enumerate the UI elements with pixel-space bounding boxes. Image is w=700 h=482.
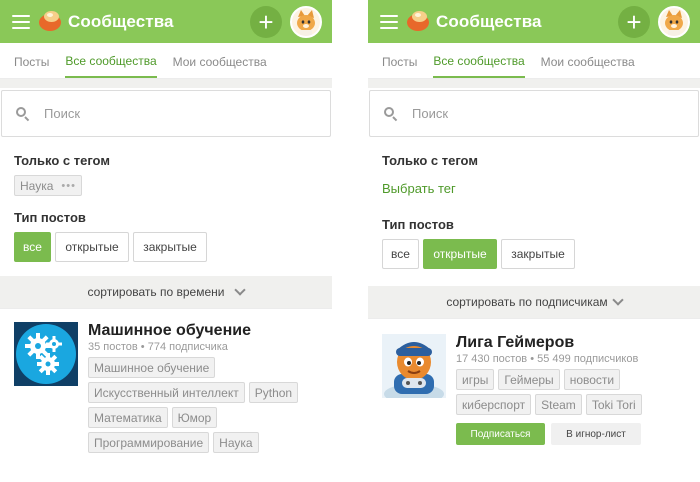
search-placeholder: Поиск: [412, 106, 449, 121]
post-type-label: Тип постов: [382, 217, 454, 232]
tab-my-communities[interactable]: Мои сообщества: [173, 43, 267, 78]
app-title: Сообщества: [68, 11, 174, 31]
tab-posts[interactable]: Посты: [14, 43, 49, 78]
search-icon: [384, 106, 398, 121]
tab-posts[interactable]: Посты: [382, 43, 417, 78]
community-tag[interactable]: киберспорт: [456, 394, 532, 415]
spacer: [0, 308, 332, 320]
hamburger-icon[interactable]: [12, 14, 30, 29]
community-tag[interactable]: Наука: [213, 432, 259, 453]
bun-logo-icon: [38, 10, 62, 34]
screen-left: Сообщества + Посты Все сообщества Мои со…: [0, 0, 332, 482]
selected-tag-chip[interactable]: Наука •••: [14, 175, 82, 196]
tabs: Посты Все сообщества Мои сообщества: [0, 43, 332, 79]
community-card[interactable]: Лига Геймеров 17 430 постов • 55 499 под…: [368, 334, 700, 445]
chevron-down-icon: [612, 293, 624, 306]
sort-bar[interactable]: сортировать по подписчикам: [368, 286, 700, 318]
post-type-all-button[interactable]: все: [14, 232, 51, 262]
community-tag[interactable]: Python: [248, 382, 299, 403]
community-tag[interactable]: Toki Tori: [585, 394, 642, 415]
post-type-open-button[interactable]: открытые: [55, 232, 129, 262]
community-title[interactable]: Лига Геймеров: [456, 334, 686, 352]
app-title: Сообщества: [436, 11, 542, 31]
search-input[interactable]: Поиск: [1, 90, 331, 137]
tag-filter-label: Только с тегом: [14, 153, 110, 168]
chevron-down-icon: [234, 283, 247, 296]
community-tags: игры Геймеры новости киберспорт Steam To…: [456, 369, 686, 419]
community-tag[interactable]: Программирование: [88, 432, 210, 453]
tab-all-communities[interactable]: Все сообщества: [65, 43, 157, 78]
community-title[interactable]: Машинное обучение: [88, 322, 318, 340]
plus-icon: +: [626, 6, 642, 37]
choose-tag-link[interactable]: Выбрать тег: [382, 181, 686, 196]
top-app-bar: Сообщества +: [0, 0, 332, 43]
tab-all-communities[interactable]: Все сообщества: [433, 43, 525, 78]
cat-avatar-image: [292, 7, 320, 36]
ignore-list-button[interactable]: В игнор-лист: [551, 423, 641, 445]
community-tag[interactable]: Математика: [88, 407, 168, 428]
plus-icon: +: [258, 6, 274, 37]
post-type-closed-button[interactable]: закрытые: [501, 239, 575, 269]
add-button[interactable]: +: [618, 5, 650, 38]
community-tag[interactable]: игры: [456, 369, 495, 390]
cat-avatar-image: [660, 7, 688, 36]
divider: [368, 79, 700, 88]
community-stats: 35 постов • 774 подписчика: [88, 341, 228, 353]
community-tag[interactable]: Геймеры: [498, 369, 560, 390]
sort-bar[interactable]: сортировать по времени: [0, 276, 332, 308]
screen-right: Сообщества + Посты Все сообщества Мои со…: [368, 0, 700, 482]
post-type-closed-button[interactable]: закрытые: [133, 232, 207, 262]
search-placeholder: Поиск: [44, 106, 81, 121]
more-icon[interactable]: •••: [61, 180, 76, 192]
sort-label: сортировать по времени: [87, 285, 225, 299]
community-tags: Машинное обучение Искусственный интеллек…: [88, 357, 318, 457]
gamer-character-icon: [382, 334, 446, 398]
post-type-open-button[interactable]: открытые: [423, 239, 497, 269]
search-input[interactable]: Поиск: [369, 90, 699, 137]
tabs: Посты Все сообщества Мои сообщества: [368, 43, 700, 79]
community-tag[interactable]: Машинное обучение: [88, 357, 216, 378]
community-actions: Подписаться В игнор-лист: [456, 423, 686, 445]
spacer: [368, 318, 700, 331]
post-type-all-button[interactable]: все: [382, 239, 419, 269]
cat-avatar[interactable]: [290, 5, 322, 38]
post-type-selector: все открытые закрытые: [14, 232, 318, 262]
community-tag[interactable]: Steam: [535, 394, 582, 415]
community-tag[interactable]: новости: [563, 369, 621, 390]
community-tag[interactable]: Искусственный интеллект: [88, 382, 245, 403]
cat-avatar[interactable]: [658, 5, 690, 38]
community-tag[interactable]: Юмор: [171, 407, 218, 428]
post-type-label: Тип постов: [14, 210, 86, 225]
search-icon: [16, 106, 30, 121]
tag-filter-label: Только с тегом: [382, 153, 478, 168]
top-app-bar: Сообщества +: [368, 0, 700, 43]
selected-tag-label: Наука: [20, 178, 54, 193]
subscribe-button[interactable]: Подписаться: [456, 423, 545, 445]
tab-my-communities[interactable]: Мои сообщества: [541, 43, 635, 78]
bun-logo-icon: [406, 10, 430, 34]
gears-icon: [14, 322, 78, 386]
hamburger-icon[interactable]: [380, 14, 398, 29]
post-type-selector: все открытые закрытые: [382, 239, 686, 269]
community-stats: 17 430 постов • 55 499 подписчиков: [456, 353, 639, 365]
sort-label: сортировать по подписчикам: [446, 295, 608, 309]
community-card[interactable]: Машинное обучение 35 постов • 774 подпис…: [0, 322, 332, 457]
divider: [0, 79, 332, 88]
add-button[interactable]: +: [250, 5, 282, 38]
